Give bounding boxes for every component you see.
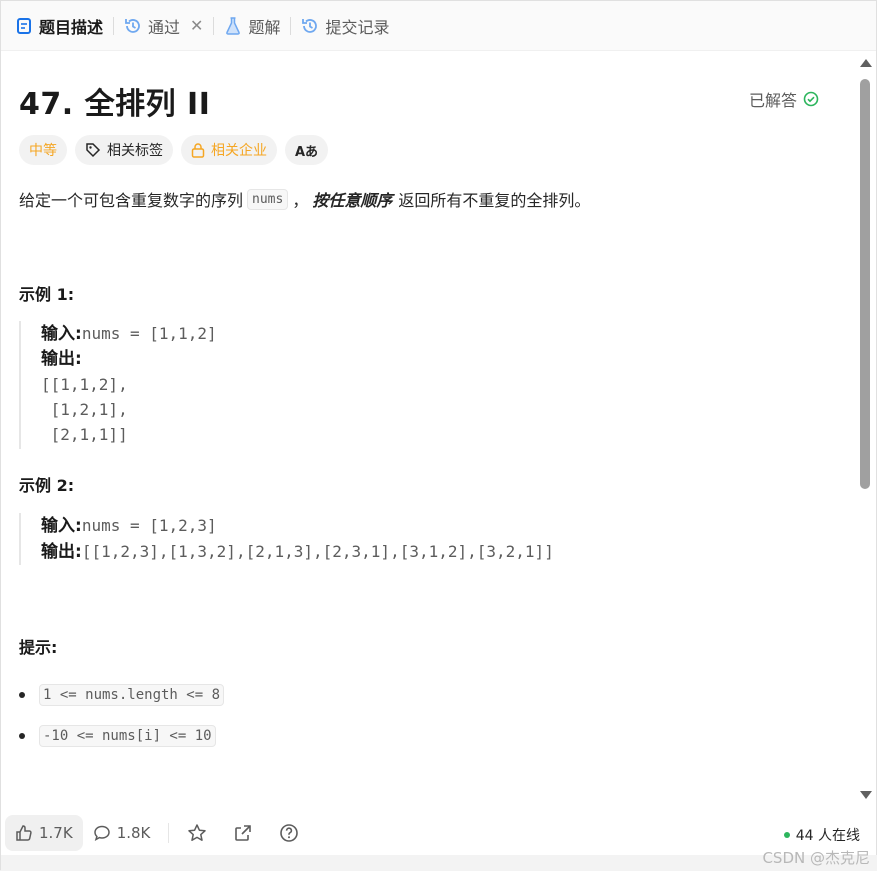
question-circle-icon (279, 823, 299, 843)
output-label: 输出: (41, 542, 82, 562)
output-line: [1,2,1], (41, 400, 128, 419)
watermark: CSDN @杰克尼 (762, 849, 870, 867)
problem-panel: 题目描述 通过 ✕ 题解 提交记录 47. 全排列 II 已解答 中等 相关标签… (0, 0, 877, 871)
help-button[interactable] (269, 815, 315, 851)
footer-toolbar: 1.7K 1.8K 44 人在线 (1, 811, 876, 855)
like-count: 1.7K (39, 824, 73, 842)
desc-text: 返回所有不重复的全排列。 (398, 191, 591, 210)
bottom-strip (1, 855, 877, 871)
tab-submissions-label: 提交记录 (325, 17, 390, 37)
bullet-dot (19, 733, 25, 739)
share-button[interactable] (223, 815, 269, 851)
external-link-icon (233, 823, 253, 843)
footer-divider (168, 823, 170, 843)
flask-icon (224, 16, 242, 35)
tab-description-label: 题目描述 (39, 17, 104, 37)
output-value: [[1,2,3],[1,3,2],[2,1,3],[2,3,1],[3,1,2]… (81, 542, 554, 561)
tag-icon (85, 142, 101, 158)
output-line: [2,1,1]] (41, 425, 128, 444)
solved-status: 已解答 (749, 87, 819, 111)
tab-accepted[interactable]: 通过 ✕ (124, 1, 203, 51)
history-icon (124, 17, 142, 35)
input-value: nums = [1,2,3] (81, 516, 217, 535)
tab-divider (113, 16, 115, 35)
check-circle-icon (803, 91, 819, 107)
page-title: 47. 全排列 II (19, 87, 211, 122)
document-icon (15, 17, 33, 35)
translate-button[interactable]: Aあ (285, 135, 329, 165)
input-value: nums = [1,1,2] (81, 324, 217, 343)
solved-label: 已解答 (748, 91, 797, 110)
tab-bar: 题目描述 通过 ✕ 题解 提交记录 (1, 1, 876, 51)
list-item: 1 <= nums.length <= 8 (19, 681, 225, 709)
input-label: 输入: (41, 324, 82, 344)
related-companies-button[interactable]: 相关企业 (181, 135, 277, 165)
output-label: 输出: (41, 349, 82, 369)
example1-block: 输入:nums = [1,1,2] 输出: [[1,1,2], [1,2,1],… (19, 321, 217, 449)
star-icon (187, 823, 207, 843)
comment-count: 1.8K (116, 824, 151, 842)
scroll-up-arrow[interactable] (860, 59, 872, 67)
example2-block: 输入:nums = [1,2,3] 输出:[[1,2,3],[1,3,2],[2… (19, 513, 554, 565)
difficulty-badge: 中等 (19, 135, 67, 165)
problem-description: 给定一个可包含重复数字的序列 nums ， 按任意顺序 返回所有不重复的全排列。 (19, 187, 590, 211)
favorite-button[interactable] (177, 815, 223, 851)
inline-code: nums (247, 188, 289, 210)
desc-text: 给定一个可包含重复数字的序列 (19, 191, 244, 210)
scrollbar-thumb[interactable] (860, 79, 870, 489)
comment-icon (93, 824, 111, 842)
hint-code: 1 <= nums.length <= 8 (39, 684, 225, 706)
tab-divider (290, 16, 292, 35)
scroll-down-arrow[interactable] (860, 791, 872, 799)
desc-emphasis: 按任意顺序 (312, 191, 393, 210)
example1-heading: 示例 1: (19, 285, 75, 304)
tab-submissions[interactable]: 提交记录 (301, 1, 389, 51)
list-item: -10 <= nums[i] <= 10 (19, 722, 224, 750)
tag-row: 中等 相关标签 相关企业 Aあ (19, 135, 329, 165)
tab-accepted-label: 通过 (148, 17, 181, 37)
related-tags-button[interactable]: 相关标签 (75, 135, 173, 165)
desc-comma: ， (292, 191, 309, 210)
like-button[interactable]: 1.7K (5, 815, 83, 851)
input-label: 输入: (41, 516, 82, 536)
related-companies-label: 相关企业 (211, 143, 267, 159)
thumbs-up-icon (15, 824, 33, 842)
related-tags-label: 相关标签 (107, 143, 163, 159)
hints-list: 1 <= nums.length <= 8 -10 <= nums[i] <= … (19, 681, 225, 763)
online-dot (783, 832, 790, 838)
tab-description[interactable]: 题目描述 (15, 1, 103, 51)
tab-divider (213, 16, 215, 35)
hints-heading: 提示: (19, 638, 58, 657)
translate-icon: Aあ (295, 144, 319, 160)
history-icon (301, 17, 319, 35)
tab-solutions-label: 题解 (248, 17, 281, 37)
comments-button[interactable]: 1.8K (83, 815, 161, 851)
close-icon[interactable]: ✕ (190, 16, 203, 35)
description-content[interactable]: 47. 全排列 II 已解答 中等 相关标签 相关企业 Aあ 给定一个可包含重复… (1, 51, 859, 811)
tab-solutions[interactable]: 题解 (224, 1, 280, 51)
bullet-dot (19, 692, 25, 698)
example2-heading: 示例 2: (19, 476, 75, 495)
online-label: 44 人在线 (795, 828, 860, 844)
online-count: 44 人在线 (783, 825, 860, 845)
hint-code: -10 <= nums[i] <= 10 (39, 725, 216, 747)
output-line: [[1,1,2], (41, 375, 128, 394)
lock-icon (191, 142, 205, 158)
